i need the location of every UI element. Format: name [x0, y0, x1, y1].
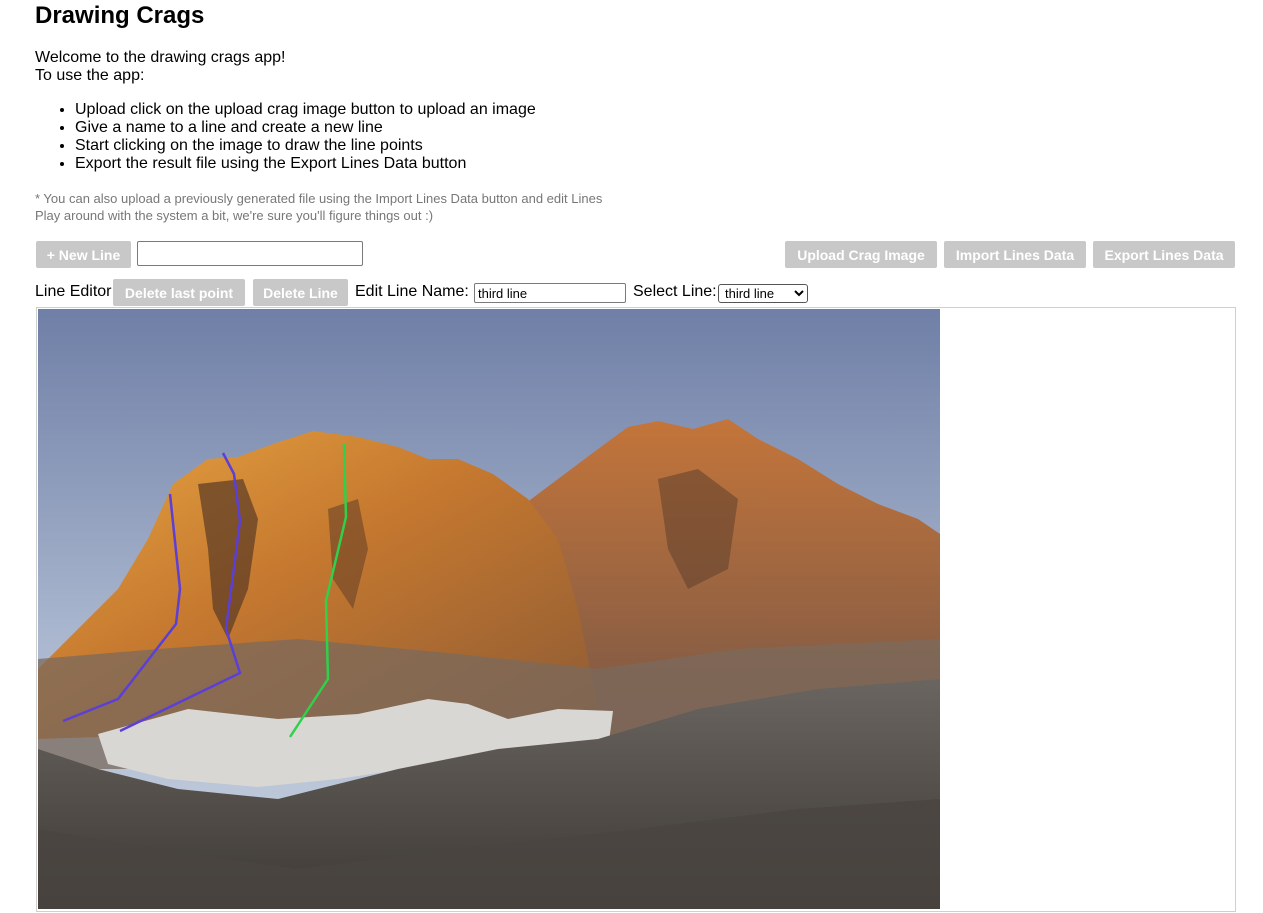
page-title: Drawing Crags: [35, 2, 205, 29]
intro-text: Welcome to the drawing crags app! To use…: [35, 49, 286, 85]
help-notes: * You can also upload a previously gener…: [35, 190, 602, 224]
export-lines-data-button[interactable]: Export Lines Data: [1093, 241, 1235, 268]
upload-crag-image-button[interactable]: Upload Crag Image: [785, 241, 937, 268]
new-line-name-input[interactable]: [137, 241, 363, 266]
list-item: Upload click on the upload crag image bu…: [75, 101, 536, 119]
select-line-dropdown[interactable]: third line: [718, 284, 808, 303]
select-line-label: Select Line:: [633, 283, 717, 300]
welcome-text: Welcome to the drawing crags app!: [35, 49, 286, 66]
list-item: Give a name to a line and create a new l…: [75, 119, 536, 137]
app-page: Drawing Crags Welcome to the drawing cra…: [0, 0, 1263, 913]
list-item: Export the result file using the Export …: [75, 155, 536, 173]
crag-image[interactable]: [38, 309, 940, 909]
import-lines-data-button[interactable]: Import Lines Data: [944, 241, 1086, 268]
new-line-button[interactable]: + New Line: [36, 241, 131, 268]
edit-line-name-label: Edit Line Name:: [355, 283, 469, 300]
edit-line-name-input[interactable]: [474, 283, 626, 303]
line-editor-label: Line Editor: [35, 283, 112, 300]
play-note: Play around with the system a bit, we're…: [35, 208, 434, 223]
instructions-list: Upload click on the upload crag image bu…: [35, 101, 536, 173]
howto-text: To use the app:: [35, 67, 145, 84]
delete-last-point-button[interactable]: Delete last point: [113, 279, 245, 306]
delete-line-button[interactable]: Delete Line: [253, 279, 348, 306]
import-note: * You can also upload a previously gener…: [35, 191, 603, 206]
drawing-canvas[interactable]: [36, 307, 1236, 912]
list-item: Start clicking on the image to draw the …: [75, 137, 536, 155]
